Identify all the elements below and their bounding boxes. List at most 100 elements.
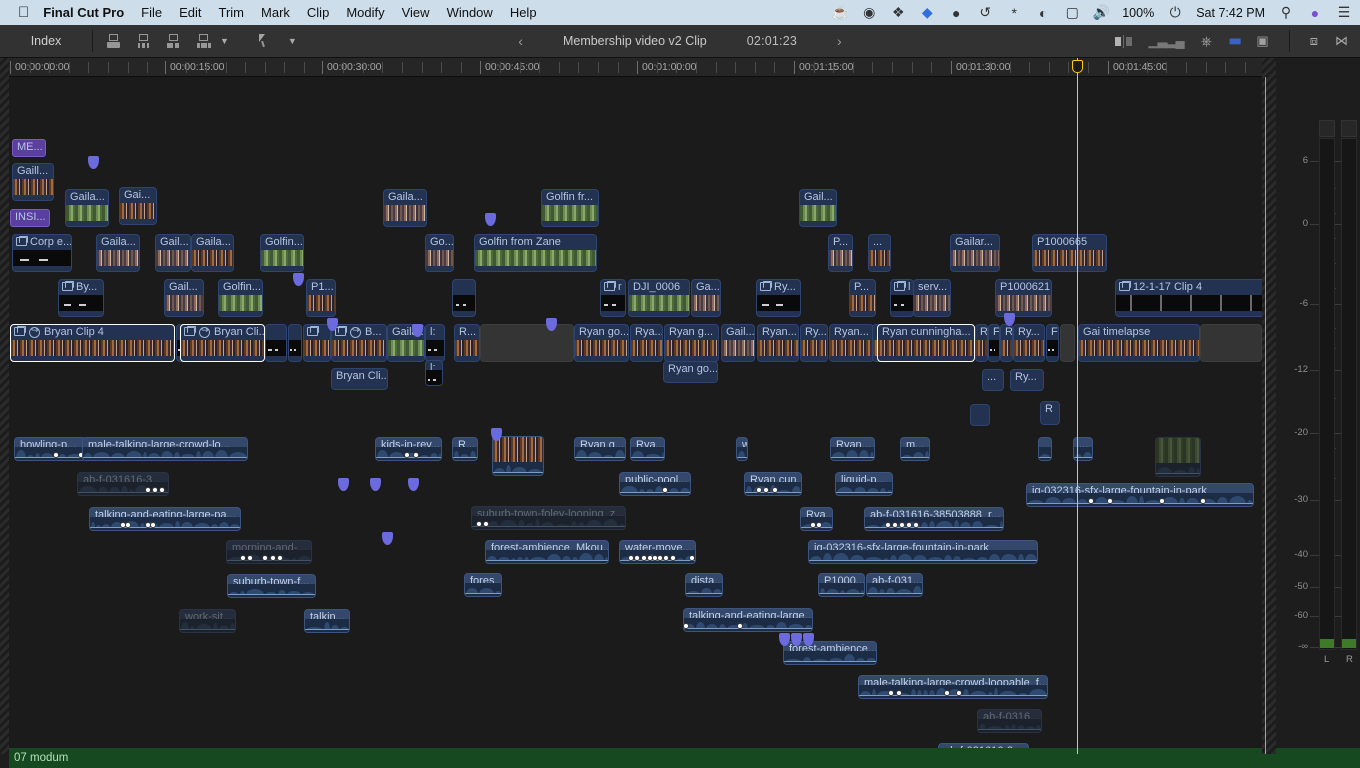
audio-clip[interactable]: Rya... [630, 437, 665, 461]
storyline-clip[interactable]: Rya... [630, 324, 663, 362]
video-clip[interactable]: By... [58, 279, 104, 317]
volume-keyframe[interactable] [159, 487, 165, 493]
video-clip[interactable]: serv... [913, 279, 951, 317]
video-clip[interactable]: ME... [12, 139, 46, 157]
timeline-canvas[interactable]: 00:00:00:00 00:00:15:00 00:00:30:00 00:00:4… [0, 58, 1360, 754]
volume-keyframe[interactable] [634, 555, 640, 561]
overwrite-icon[interactable] [167, 34, 184, 49]
connect-icon[interactable] [197, 34, 214, 49]
audio-clip[interactable]: suburb-town-foley-looping_z... [471, 506, 626, 530]
video-clip[interactable]: Gail... [164, 279, 204, 317]
dropbox-icon[interactable]: ❖ [890, 5, 906, 21]
volume-keyframe[interactable] [663, 555, 669, 561]
tool-menu-chevron-icon[interactable]: ▼ [288, 36, 297, 46]
video-clip[interactable] [452, 279, 476, 317]
audio-clip[interactable]: howling-p... [14, 437, 86, 461]
video-clip[interactable]: P... [849, 279, 876, 317]
storyline-clip[interactable]: B... [331, 324, 387, 362]
volume-keyframe[interactable] [913, 522, 919, 528]
video-audio-split-icon[interactable] [1115, 35, 1132, 48]
storyline-clip[interactable]: Ryan... [829, 324, 874, 362]
search-icon[interactable]: ⚲ [1278, 5, 1294, 21]
audio-clip[interactable] [1038, 437, 1052, 461]
apple-logo-icon[interactable]:  [18, 5, 29, 20]
volume-keyframe[interactable] [737, 623, 743, 629]
time-machine-icon[interactable]: ↺ [977, 5, 993, 21]
audio-clip[interactable]: jg-032316-sfx-large-fountain-in-park [1026, 483, 1254, 507]
connected-clip[interactable]: l: [425, 360, 443, 386]
storyline-clip[interactable] [1060, 324, 1075, 362]
menu-item-view[interactable]: View [402, 5, 430, 20]
menu-item-edit[interactable]: Edit [179, 5, 201, 20]
airplay-icon[interactable]: ▢ [1064, 5, 1080, 21]
volume-keyframe[interactable] [892, 522, 898, 528]
clip-marker[interactable] [408, 478, 419, 491]
volume-keyframe[interactable] [145, 487, 151, 493]
video-clip[interactable]: Gaila... [65, 189, 109, 227]
append-icon[interactable] [107, 34, 124, 49]
volume-keyframe[interactable] [247, 555, 253, 561]
connected-clip[interactable]: Bryan Cli... [331, 368, 388, 390]
video-clip[interactable]: Gail... [155, 234, 191, 272]
clip-marker[interactable] [293, 273, 304, 286]
storyline-clip[interactable] [265, 324, 287, 362]
audio-clip[interactable]: Ryan... [830, 437, 875, 461]
video-clip[interactable]: Ga... [691, 279, 721, 317]
connected-clip[interactable]: Ryan go... [663, 361, 718, 383]
video-clip[interactable]: Gail... [799, 189, 837, 227]
siri-icon[interactable]: ● [1307, 5, 1323, 21]
video-clip[interactable]: DJI_0006 [628, 279, 690, 317]
timeline-ruler[interactable]: 00:00:00:00 00:00:15:00 00:00:30:00 00:00:4… [0, 58, 1276, 77]
volume-keyframe[interactable] [240, 555, 246, 561]
storyline-clip[interactable]: R... [454, 324, 480, 362]
video-clip[interactable]: Golfin... [260, 234, 304, 272]
video-clip[interactable]: Gaila... [383, 189, 427, 227]
volume-keyframe[interactable] [270, 555, 276, 561]
video-clip[interactable]: P... [828, 234, 853, 272]
storyline-clip[interactable]: Ryan... [757, 324, 799, 362]
connected-clip[interactable]: ... [982, 369, 1004, 391]
pill-icon[interactable]: ● [948, 5, 964, 21]
audio-clip[interactable]: P1000... [818, 573, 865, 597]
storyline-clip[interactable]: Bryan Clip 4 [10, 324, 175, 362]
audio-clip[interactable]: male-talking-large-crowd-loopable_f... [858, 675, 1048, 699]
clip-marker[interactable] [88, 156, 99, 169]
volume-keyframe[interactable] [404, 452, 410, 458]
audio-clip[interactable]: fores... [464, 573, 502, 597]
storyline-clip[interactable]: Gail... [721, 324, 755, 362]
audio-clip[interactable]: R... [452, 437, 478, 461]
volume-keyframe[interactable] [150, 522, 156, 528]
tool-chevron-icon[interactable]: ▼ [220, 36, 229, 46]
menu-item-help[interactable]: Help [510, 5, 537, 20]
menu-item-trim[interactable]: Trim [219, 5, 245, 20]
volume-keyframe[interactable] [670, 555, 676, 561]
volume-keyframe[interactable] [1107, 498, 1113, 504]
video-clip[interactable]: ... [868, 234, 891, 272]
circle-icon[interactable]: ◉ [861, 5, 877, 21]
wifi-icon[interactable]: ◐ [1035, 5, 1051, 21]
filmstrip-icon[interactable]: ▣ [1256, 33, 1268, 49]
video-clip[interactable]: r [600, 279, 626, 317]
volume-keyframe[interactable] [53, 452, 59, 458]
video-clip[interactable]: Gaila... [96, 234, 140, 272]
video-clip[interactable]: Golfin from Zane [474, 234, 597, 272]
volume-icon[interactable]: 🔊 [1093, 5, 1109, 21]
storyline-clip[interactable] [1200, 324, 1262, 362]
storyline-clip[interactable] [288, 324, 302, 362]
volume-keyframe[interactable] [413, 452, 419, 458]
audio-clip[interactable]: morning-and-... [226, 540, 312, 564]
volume-keyframe[interactable] [277, 555, 283, 561]
volume-keyframe[interactable] [763, 487, 769, 493]
volume-keyframe[interactable] [152, 487, 158, 493]
coffee-icon[interactable]: ☕ [832, 5, 848, 21]
previous-clip-button[interactable]: ‹ [518, 33, 523, 49]
window-layout-icon[interactable]: ⧈ [1310, 33, 1318, 49]
volume-keyframe[interactable] [262, 555, 268, 561]
storyline-clip[interactable]: F [1046, 324, 1059, 362]
meter-peak-indicator[interactable] [1319, 120, 1335, 137]
storyline-clip[interactable]: R [975, 324, 988, 362]
volume-keyframe[interactable] [885, 522, 891, 528]
video-clip[interactable]: Golfin fr... [541, 189, 599, 227]
volume-keyframe[interactable] [476, 521, 482, 527]
volume-keyframe[interactable] [1088, 498, 1094, 504]
